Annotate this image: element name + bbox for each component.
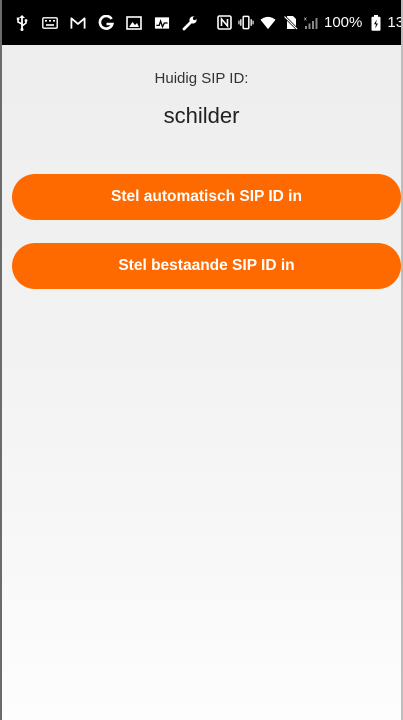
image-icon [126, 15, 142, 31]
battery-icon [368, 14, 384, 31]
app-screen: x 100% 13:07 Huidig SIP ID: schilder St [0, 0, 403, 720]
gmail-icon [70, 15, 86, 31]
google-icon [98, 14, 114, 31]
set-automatic-sip-id-button[interactable]: Stel automatisch SIP ID in [12, 174, 401, 220]
set-existing-sip-id-label: Stel bestaande SIP ID in [118, 257, 295, 274]
status-bar: x 100% 13:07 [0, 0, 403, 45]
nfc-icon [216, 15, 232, 31]
battery-percent: 100% [324, 14, 363, 31]
wrench-icon [182, 15, 198, 31]
vibrate-icon [238, 15, 254, 31]
signal-icon: x [304, 15, 320, 31]
system-icons: x 100% 13:07 [210, 14, 403, 31]
activity-icon [154, 15, 170, 31]
set-existing-sip-id-button[interactable]: Stel bestaande SIP ID in [12, 243, 401, 289]
screen-left-edge [0, 0, 2, 720]
current-sip-id-value: schilder [163, 103, 240, 128]
keyboard-icon [42, 15, 58, 31]
set-automatic-sip-id-label: Stel automatisch SIP ID in [111, 188, 302, 205]
current-sip-id-label: Huidig SIP ID: [154, 70, 249, 87]
no-sim-icon [282, 15, 298, 31]
svg-text:x: x [304, 17, 307, 23]
notification-icons [14, 14, 210, 31]
wifi-icon [260, 15, 276, 31]
usb-icon [14, 14, 30, 31]
